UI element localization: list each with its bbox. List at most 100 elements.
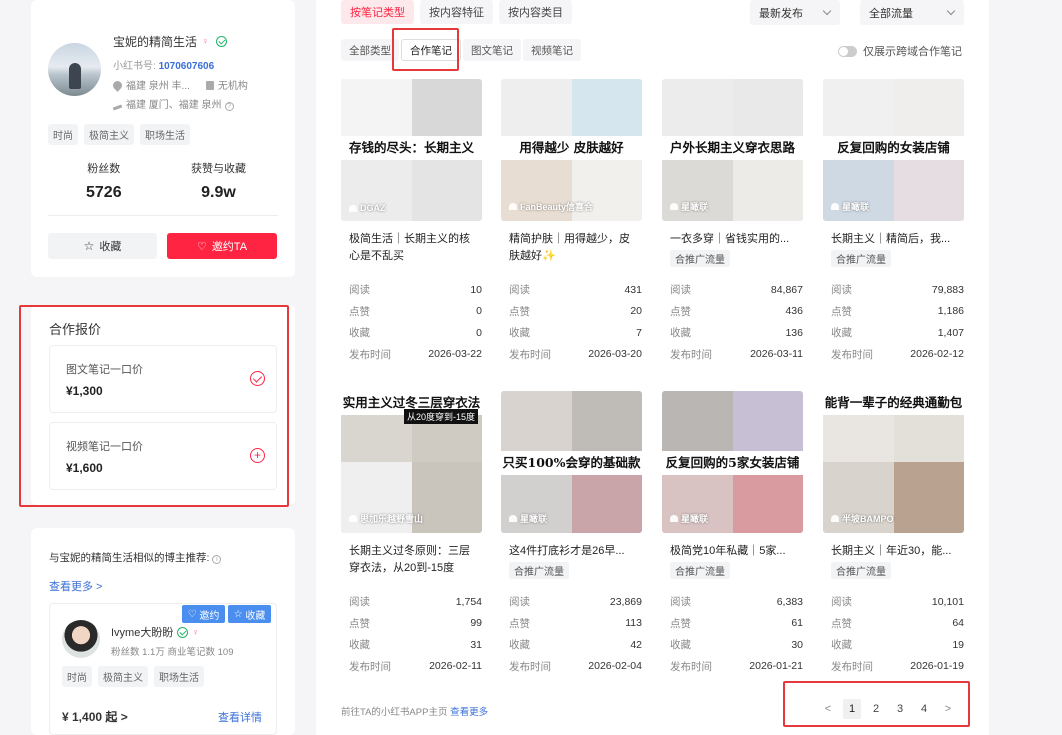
note-cover[interactable]: 户外长期主义穿衣思路 星瞰联: [662, 79, 803, 221]
note-cover[interactable]: 用得越少 皮肤越好 FanBeauty信喜合: [501, 79, 642, 221]
metric-fav: 收藏 1,407: [831, 326, 964, 340]
star-icon: ☆: [83, 239, 95, 253]
check-circle-icon[interactable]: [250, 371, 265, 386]
tag: 极简主义: [84, 124, 134, 145]
metric-like: 点赞 61: [670, 617, 803, 630]
metric-like: 点赞 436: [670, 305, 803, 318]
avatar[interactable]: [48, 43, 101, 96]
avatar[interactable]: [62, 620, 100, 658]
rec-name[interactable]: Ivyme大盼盼: [111, 624, 173, 640]
note-title[interactable]: 长期主义｜年近30，能...: [823, 543, 964, 560]
note-cover[interactable]: 只买100%会穿的基础款 星瞰联: [501, 391, 642, 533]
footer-link: 前往TA的小红书APP主页 查看更多: [341, 707, 489, 718]
cover-watermark: DGAZ: [349, 203, 386, 213]
metric-date: 发布时间 2026-03-11: [670, 348, 803, 361]
cover-title: 户外长期主义穿衣思路: [662, 136, 803, 160]
traffic-badge: 合推广流量: [670, 562, 730, 579]
favorite-button[interactable]: ☆ 收藏: [48, 233, 157, 259]
profile-name: 宝妮的精简生活: [113, 35, 198, 49]
metric-date: 发布时间 2026-02-04: [509, 660, 642, 673]
cross-domain-toggle[interactable]: [838, 45, 857, 57]
filter-tab-feature[interactable]: 按内容特征: [420, 0, 493, 24]
plus-circle-icon[interactable]: +: [250, 448, 265, 463]
rec-fav-button[interactable]: ☆ 收藏: [228, 605, 271, 623]
metric-read: 阅读 79,883: [831, 283, 964, 297]
note-metrics: 阅读 431 点赞 20 收藏 7 发布时间 2026-03-20: [501, 279, 642, 365]
heart-icon: [509, 515, 517, 522]
note-title[interactable]: 这4件打底衫才是26早...: [501, 543, 642, 560]
see-more-link[interactable]: 查看更多: [450, 707, 488, 718]
cover-subtitle: 从20度穿到-15度: [403, 409, 478, 424]
page-1[interactable]: 1: [843, 699, 861, 719]
note-cover[interactable]: 实用主义过冬三层穿衣法 从20度穿到-15度 思加乐越野雪山: [341, 391, 482, 533]
cover-title: 反复回购的5家女装店铺: [662, 451, 803, 475]
heart-icon: [349, 515, 357, 522]
note-cover[interactable]: 能背一辈子的经典通勤包 半坡BAMPO: [823, 391, 964, 533]
subtab-all[interactable]: 全部类型: [341, 39, 399, 61]
metric-fav: 收藏 7: [509, 326, 642, 340]
cover-watermark: 思加乐越野雪山: [349, 512, 423, 525]
metric-fav: 收藏 19: [831, 638, 964, 652]
help-icon[interactable]: ?: [224, 102, 234, 111]
note-title[interactable]: 极简党10年私藏｜5家...: [662, 543, 803, 560]
recommend-card: 与宝妮的精简生活相似的博主推荐: i 查看更多 > ♡ 邀约 ☆ 收藏 Ivyme…: [31, 528, 295, 735]
note-title[interactable]: 精简护肤｜用得越少，皮 肤越好✨: [501, 231, 642, 265]
metric-read: 阅读 84,867: [670, 283, 803, 297]
metric-like: 点赞 0: [349, 305, 482, 318]
verified-icon: [216, 36, 228, 47]
subtab-coop[interactable]: 合作笔记: [401, 39, 461, 61]
tag: 职场生活: [140, 124, 190, 145]
info-icon[interactable]: i: [212, 555, 222, 564]
note-title[interactable]: 极简生活｜长期主义的核 心是不乱买: [341, 231, 482, 265]
filter-tab-type[interactable]: 按笔记类型: [341, 0, 414, 24]
page-4[interactable]: 4: [915, 699, 933, 719]
quote-item-video[interactable]: 视频笔记一口价 ¥1,600 +: [49, 422, 277, 490]
cover-watermark: 星瞰联: [509, 512, 547, 525]
filter-tabs: 按笔记类型 按内容特征 按内容类目: [341, 0, 572, 24]
note-cover[interactable]: 反复回购的女装店铺 星瞰联: [823, 79, 964, 221]
traffic-badge: 合推广流量: [831, 562, 891, 579]
rec-invite-button[interactable]: ♡ 邀约: [182, 605, 225, 623]
chevron-down-icon: [946, 6, 956, 16]
cover-watermark: 星瞰联: [670, 200, 708, 213]
tag: 时尚: [48, 124, 78, 145]
filter-tab-category[interactable]: 按内容类目: [499, 0, 572, 24]
metric-read: 阅读 23,869: [509, 595, 642, 609]
cover-watermark: FanBeauty信喜合: [509, 200, 593, 213]
female-icon: ♀: [192, 626, 200, 637]
metric-like: 点赞 20: [509, 305, 642, 318]
subtab-image[interactable]: 图文笔记: [463, 39, 521, 61]
metric-date: 发布时间 2026-02-11: [349, 660, 482, 673]
sort-select[interactable]: 最新发布: [750, 0, 840, 25]
heart-icon: [831, 515, 839, 522]
next-page-button[interactable]: >: [939, 699, 957, 719]
followers-stat: 粉丝数 5726: [86, 163, 122, 201]
rec-price[interactable]: ¥ 1,400 起 >: [62, 708, 128, 725]
heart-icon: [509, 203, 517, 210]
metric-read: 阅读 1,754: [349, 595, 482, 609]
subtab-video[interactable]: 视频笔记: [523, 39, 581, 61]
metric-like: 点赞 64: [831, 617, 964, 630]
divider: [48, 215, 278, 216]
prev-page-button[interactable]: <: [819, 699, 837, 719]
invite-button[interactable]: ♡ 邀约TA: [167, 233, 277, 259]
note-title[interactable]: 长期主义｜精简后，我...: [823, 231, 964, 248]
rec-detail-link[interactable]: 查看详情: [218, 709, 262, 725]
metric-date: 发布时间 2026-03-20: [509, 348, 642, 361]
location-icon: [111, 79, 124, 92]
page-3[interactable]: 3: [891, 699, 909, 719]
note-cover[interactable]: 存钱的尽头：长期主义 DGAZ: [341, 79, 482, 221]
note-title[interactable]: 一衣多穿｜省钱实用的...: [662, 231, 803, 248]
note-title[interactable]: 长期主义过冬原则：三层 穿衣法，从20到-15度: [341, 543, 482, 577]
page-2[interactable]: 2: [867, 699, 885, 719]
heart-icon: [670, 203, 678, 210]
tag: 职场生活: [154, 666, 204, 687]
traffic-select[interactable]: 全部流量: [860, 0, 964, 25]
see-more-link[interactable]: 查看更多 >: [49, 578, 102, 594]
quote-title: 合作报价: [49, 322, 102, 337]
quote-card: 合作报价 图文笔记一口价 ¥1,300 视频笔记一口价 ¥1,600 +: [31, 305, 295, 505]
note-cover[interactable]: 反复回购的5家女装店铺 星瞰联: [662, 391, 803, 533]
female-icon: ♀: [202, 36, 209, 46]
recommend-item[interactable]: ♡ 邀约 ☆ 收藏 Ivyme大盼盼 ♀ 粉丝数 1.1万 商业笔记数 109 …: [49, 603, 277, 735]
quote-item-image[interactable]: 图文笔记一口价 ¥1,300: [49, 345, 277, 413]
